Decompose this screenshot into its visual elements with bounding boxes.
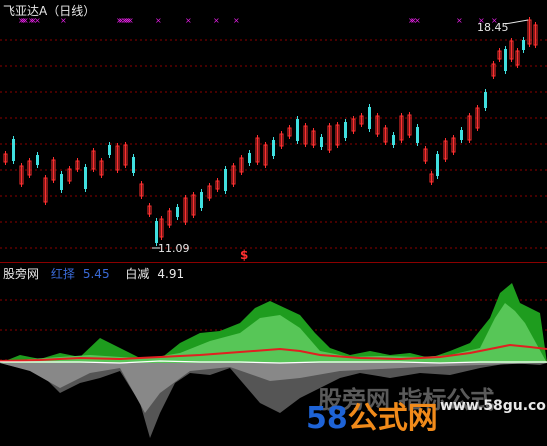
candle-body [224, 169, 227, 191]
candle-body [392, 135, 395, 145]
candle-body [108, 145, 111, 155]
hong-value: 5.45 [82, 267, 110, 281]
candle-body [320, 137, 323, 147]
candle-body [522, 40, 525, 50]
indicator-chart[interactable] [0, 263, 547, 446]
bai-value: 4.91 [157, 267, 185, 281]
candle-body [132, 157, 135, 173]
indicator-header: 股旁网 红择 5.45 白减 4.91 [3, 265, 192, 282]
signal-marker: × [185, 16, 192, 25]
price-chart[interactable]: ××× ××× × ×××××× × × × × ××× × × × [0, 0, 547, 262]
hong-label: 红择 [50, 267, 75, 281]
high-price-label: 18.45 [477, 21, 509, 34]
candle-body [344, 122, 347, 138]
signal-marker: × [233, 16, 240, 25]
candle-body [460, 130, 463, 140]
indicator-name: 股旁网 [3, 267, 40, 281]
watermark-url: www.58gu.com [440, 398, 547, 414]
candle-body [416, 127, 419, 143]
candle-body [36, 155, 39, 165]
stock-chart-window: × × × × × × × × × × × × × × × × × × × × × × × 飞亚达A（日线） 18.45 1… [0, 0, 547, 446]
candle-body [504, 49, 507, 71]
candle-body [436, 154, 439, 176]
watermark-logo-number: 58 [306, 401, 348, 436]
bai-label: 白减 [125, 267, 150, 281]
signal-mark: $ [240, 248, 249, 262]
signal-marker: × [155, 16, 162, 25]
candle-body [12, 139, 15, 161]
low-price-label: 11.09 [158, 242, 190, 255]
watermark-logo-text: 公式网 [347, 401, 438, 436]
candle-body [60, 174, 63, 190]
candle-body [368, 107, 371, 129]
candle-body [296, 119, 299, 141]
candle-body [248, 153, 251, 163]
candle-body [272, 140, 275, 156]
candle-body [200, 192, 203, 208]
stock-title: 飞亚达A（日线） [3, 4, 96, 18]
signal-marker: × [414, 16, 421, 25]
candle-body [84, 167, 87, 189]
signal-marker: × [127, 16, 134, 25]
candle-body [155, 221, 158, 243]
candle-body [484, 92, 487, 108]
watermark-logo: 58公式网 [306, 393, 438, 437]
signal-marker: × [213, 16, 220, 25]
signal-marker: × [456, 16, 463, 25]
candle-body [176, 207, 179, 217]
